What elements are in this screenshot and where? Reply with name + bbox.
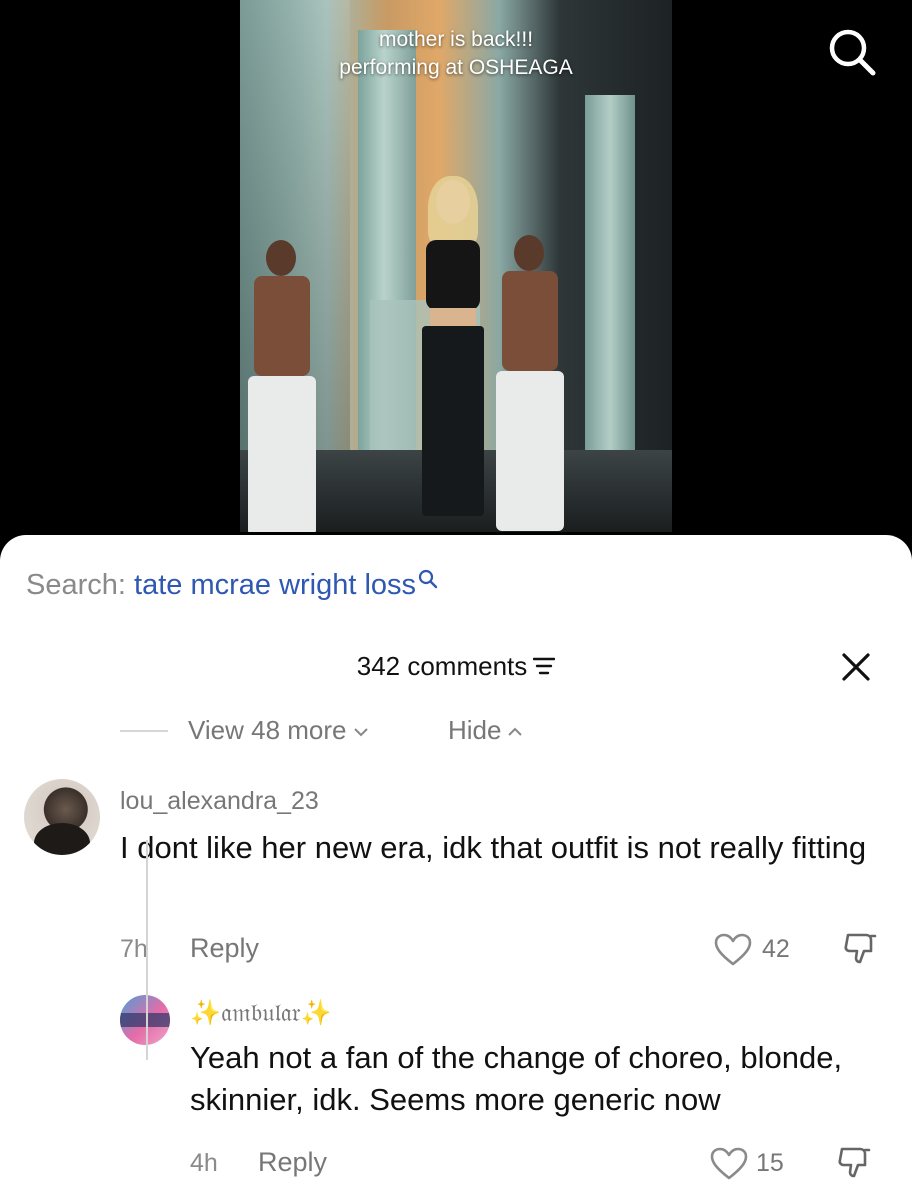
comments-header: 342 comments [0, 649, 912, 683]
search-label: Search: [26, 569, 126, 601]
dancer-figure [242, 240, 322, 532]
reply-button[interactable]: Reply [258, 1147, 327, 1178]
avatar[interactable] [24, 779, 100, 855]
thread-divider [120, 730, 168, 732]
dislike-icon[interactable] [836, 1145, 872, 1181]
heart-icon[interactable] [710, 1147, 748, 1181]
comments-sheet: Search: tate mcrae wright loss 342 comme… [0, 535, 912, 1200]
stage-column [585, 95, 635, 505]
sparkle-icon: ✨ [300, 998, 332, 1027]
comment-text: Yeah not a fan of the change of choreo, … [190, 1040, 843, 1117]
reply-thread-line [146, 840, 148, 1060]
sparkle-icon: ✨ [190, 998, 222, 1027]
view-more-label: View 48 more [188, 715, 347, 745]
caption-line: performing at OSHEAGA [339, 56, 573, 79]
comments-count: 342 comments [356, 651, 528, 681]
comment-time: 7h [120, 935, 148, 963]
like-count: 15 [756, 1149, 784, 1177]
filter-icon[interactable] [533, 656, 556, 676]
comment-username[interactable]: lou_alexandra_23 [120, 785, 319, 817]
caption-line: mother is back!!! [378, 28, 534, 51]
search-query-link[interactable]: tate mcrae wright loss [134, 569, 416, 601]
view-more-replies-button[interactable]: View 48 more [188, 713, 369, 747]
video-caption: mother is back!!! performing at OSHEAGA [240, 26, 672, 82]
comment-text: I dont like her new era, idk that outfit… [120, 830, 867, 865]
hide-label: Hide [448, 715, 502, 745]
dancer-figure [490, 235, 570, 532]
video-player[interactable]: mother is back!!! performing at OSHEAGA [0, 0, 912, 560]
search-small-icon[interactable] [418, 569, 438, 589]
search-suggestion[interactable]: Search: tate mcrae wright loss [26, 567, 438, 603]
dislike-icon[interactable] [842, 931, 878, 967]
avatar[interactable] [120, 995, 170, 1045]
comment-actions: 7h Reply 42 [120, 931, 880, 971]
hide-replies-button[interactable]: Hide [448, 713, 523, 747]
comment-time: 4h [190, 1149, 218, 1177]
username-text: 𝔞𝔪𝔟𝔲𝔩𝔞𝔯 [221, 998, 301, 1027]
search-icon[interactable] [826, 26, 878, 78]
comment-actions: 4h Reply 15 [190, 1145, 880, 1185]
reply-button[interactable]: Reply [190, 933, 259, 964]
performer-figure [408, 176, 498, 520]
chevron-up-icon [508, 727, 523, 736]
like-count: 42 [762, 935, 790, 963]
close-icon[interactable] [840, 651, 872, 683]
comment-username[interactable]: ✨𝔞𝔪𝔟𝔲𝔩𝔞𝔯✨ [190, 997, 332, 1029]
chevron-down-icon [353, 728, 368, 737]
heart-icon[interactable] [714, 933, 752, 967]
